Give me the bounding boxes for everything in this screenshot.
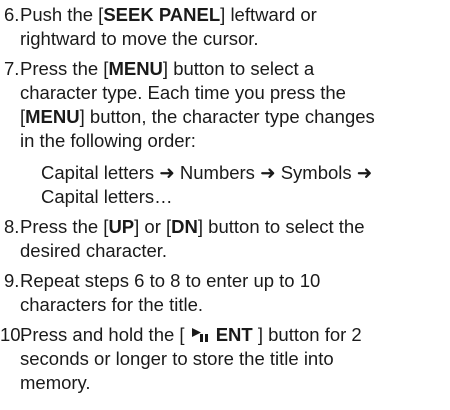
step-line: Press the [MENU] button to select a	[20, 58, 315, 79]
play-pause-icon	[191, 328, 210, 342]
step-line: character type. Each time you press the	[20, 82, 346, 103]
step-8: 8. Press the [UP] or [DN] button to sele…	[0, 215, 450, 263]
step-line: rightward to move the cursor.	[20, 28, 259, 49]
step-number: 8.	[4, 216, 20, 237]
step-10: 10. Press and hold the [ ENT ] button fo…	[0, 323, 450, 395]
step-line: Push the [SEEK PANEL] leftward or	[20, 4, 317, 25]
step-line: in the following order:	[20, 130, 196, 151]
step-line: desired character.	[20, 240, 168, 261]
key-label: MENU	[108, 58, 163, 79]
step-number: 10.	[0, 324, 26, 345]
step-line: [MENU] button, the character type change…	[20, 106, 375, 127]
key-label: MENU	[25, 106, 80, 127]
step-number: 7.	[4, 58, 20, 79]
character-order-line: Capital letters…	[41, 186, 173, 207]
step-line: memory.	[20, 372, 91, 393]
step-line: Press and hold the [ ENT ] button for 2	[20, 324, 362, 345]
key-label: DN	[171, 216, 198, 237]
step-line: seconds or longer to store the title int…	[20, 348, 334, 369]
step-number: 6.	[4, 4, 20, 25]
character-order-line: Capital letters ➜ Numbers ➜ Symbols ➜	[41, 162, 373, 183]
step-9: 9. Repeat steps 6 to 8 to enter up to 10…	[0, 269, 450, 317]
step-line: Press the [UP] or [DN] button to select …	[20, 216, 365, 237]
step-6: 6. Push the [SEEK PANEL] leftward or rig…	[0, 3, 450, 51]
key-label: SEEK PANEL	[103, 4, 221, 25]
step-7: 7. Press the [MENU] button to select a c…	[0, 57, 450, 209]
step-line: Repeat steps 6 to 8 to enter up to 10	[20, 270, 321, 291]
step-number: 9.	[4, 270, 20, 291]
key-label: UP	[108, 216, 135, 237]
instruction-steps: 6. Push the [SEEK PANEL] leftward or rig…	[0, 3, 450, 401]
step-line: characters for the title.	[20, 294, 204, 315]
key-label: ENT	[215, 324, 253, 345]
